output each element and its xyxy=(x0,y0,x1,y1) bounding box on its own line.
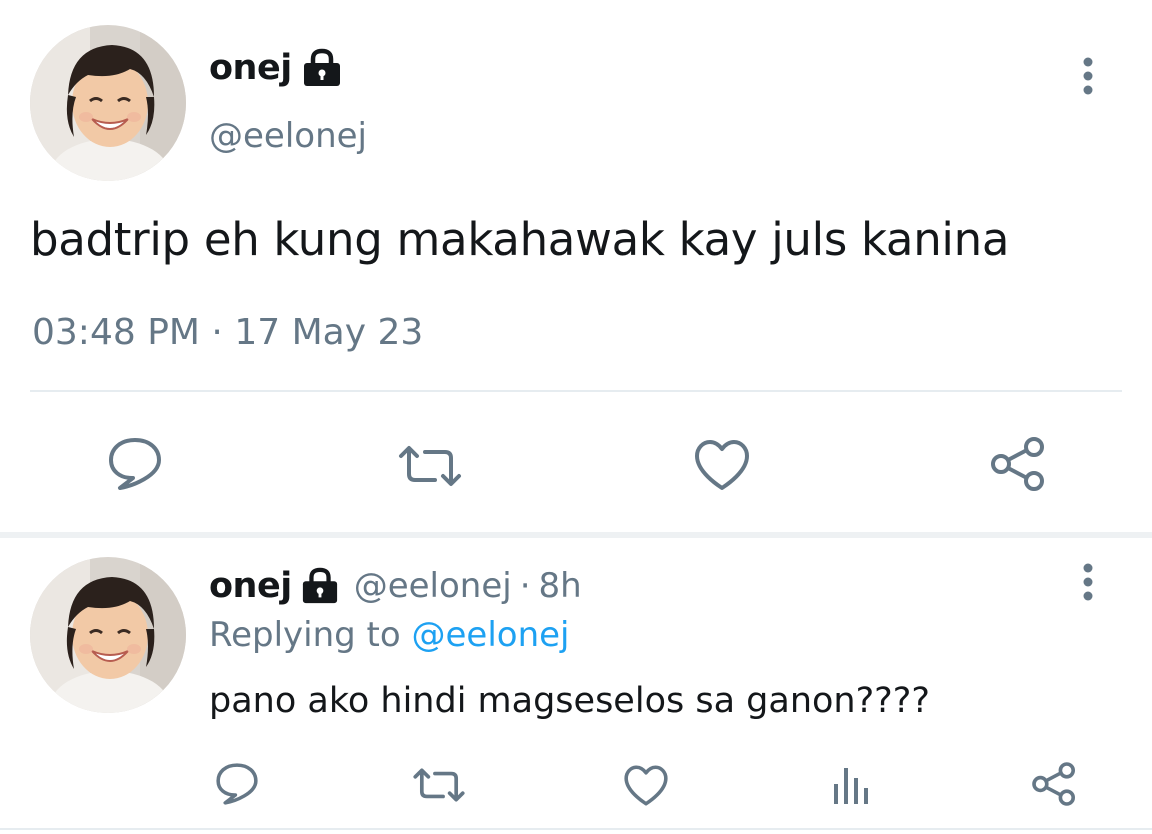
replying-to-link[interactable]: @eelonej xyxy=(412,615,570,655)
display-name[interactable]: onej xyxy=(209,46,292,90)
share-icon[interactable] xyxy=(988,434,1048,494)
more-vertical-icon[interactable] xyxy=(1080,56,1096,96)
lock-icon xyxy=(300,567,340,605)
handle[interactable]: @eelonej xyxy=(354,562,512,610)
reply-header: onej @eelonej · 8h xyxy=(209,562,582,610)
divider xyxy=(30,390,1122,392)
tweet-time: 03:48 PM xyxy=(32,312,200,353)
reply-icon[interactable] xyxy=(106,436,164,492)
section-separator xyxy=(0,532,1152,538)
tweet-date: 17 May 23 xyxy=(234,312,424,353)
main-tweet: onej @eelonej badtrip eh kung makahawak … xyxy=(0,0,1152,535)
tweet-timestamp: 03:48 PM · 17 May 23 xyxy=(32,311,423,355)
like-icon[interactable] xyxy=(623,764,669,807)
retweet-icon[interactable] xyxy=(412,767,466,803)
meta-separator: · xyxy=(211,312,223,353)
more-vertical-icon[interactable] xyxy=(1080,562,1096,602)
tweet-text: badtrip eh kung makahawak kay juls kanin… xyxy=(30,213,1010,266)
lock-icon xyxy=(301,48,343,88)
share-icon[interactable] xyxy=(1030,760,1078,808)
display-name[interactable]: onej xyxy=(209,564,292,608)
handle[interactable]: @eelonej xyxy=(209,114,367,158)
replying-to: Replying to @eelonej xyxy=(209,612,570,658)
retweet-icon[interactable] xyxy=(397,444,463,488)
main-name-row: onej xyxy=(209,46,343,90)
tweet-detail-page: onej @eelonej badtrip eh kung makahawak … xyxy=(0,0,1152,834)
avatar[interactable] xyxy=(30,557,186,713)
tweet-text: pano ako hindi magseselos sa ganon???? xyxy=(209,681,930,721)
like-icon[interactable] xyxy=(693,438,751,492)
tweet-age[interactable]: 8h xyxy=(539,562,582,610)
meta-separator: · xyxy=(519,566,531,606)
divider xyxy=(0,828,1152,830)
avatar[interactable] xyxy=(30,25,186,181)
analytics-icon[interactable] xyxy=(828,764,872,806)
replying-label: Replying to xyxy=(209,615,401,655)
reply-icon[interactable] xyxy=(214,762,260,806)
